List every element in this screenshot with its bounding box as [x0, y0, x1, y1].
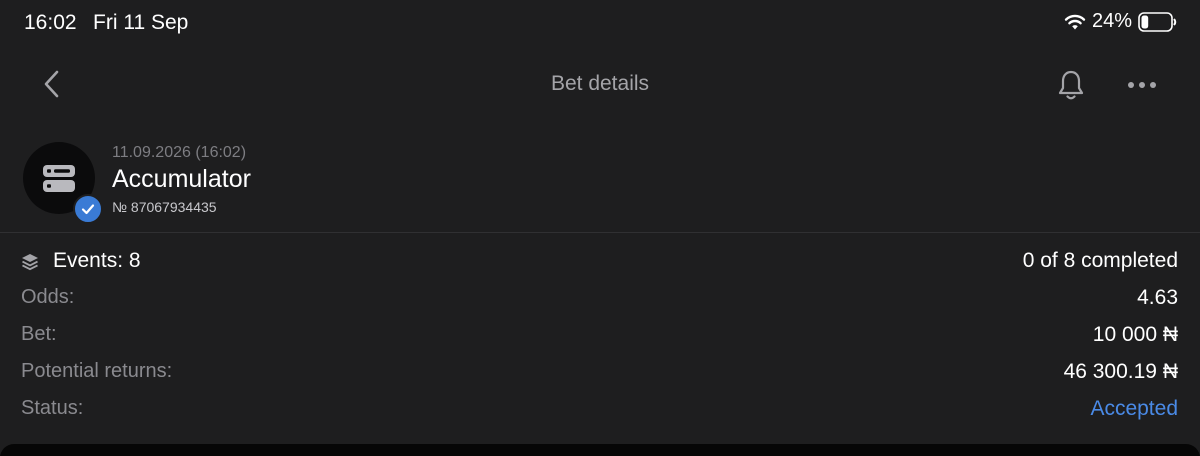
bet-number: № 87067934435	[112, 199, 217, 215]
status-date: Fri 11 Sep	[93, 11, 189, 34]
odds-label: Odds:	[21, 286, 75, 308]
divider	[0, 232, 1200, 233]
bet-details-screen: 16:02 Fri 11 Sep 24% Bet details 11.09.2…	[0, 0, 1200, 456]
check-badge-icon	[73, 194, 103, 224]
notifications-button[interactable]	[1054, 68, 1088, 102]
events-label: Events: 8	[53, 249, 141, 272]
more-dot	[1139, 82, 1145, 88]
potential-returns-row: Potential returns: 46 300.19 ₦	[0, 355, 1200, 391]
status-row: Status: Accepted	[0, 392, 1200, 428]
status-label: Status:	[21, 397, 84, 419]
layers-icon	[22, 254, 38, 271]
page-title: Bet details	[550, 72, 650, 95]
bet-value: 10 000 ₦	[1092, 323, 1178, 346]
bet-header: 11.09.2026 (16:02) Accumulator № 8706793…	[0, 136, 1200, 232]
status-value: Accepted	[1090, 397, 1178, 420]
bet-slip-icon	[43, 165, 75, 192]
battery-icon	[1138, 11, 1177, 32]
wifi-icon	[1064, 14, 1086, 29]
events-row[interactable]: Events: 8 0 of 8 completed	[0, 244, 1200, 280]
bet-row: Bet: 10 000 ₦	[0, 318, 1200, 354]
bottom-panel	[0, 444, 1200, 456]
battery-percent: 24%	[1091, 10, 1132, 32]
odds-row: Odds: 4.63	[0, 281, 1200, 317]
status-indicators: 24%	[1064, 10, 1178, 33]
status-bar: 16:02 Fri 11 Sep 24%	[0, 0, 1200, 46]
potential-returns-value: 46 300.19 ₦	[1063, 360, 1178, 383]
more-horizontal-icon	[1128, 82, 1134, 88]
odds-value: 4.63	[1137, 286, 1178, 309]
status-time: 16:02	[24, 11, 77, 34]
check-icon	[81, 204, 95, 215]
bell-icon	[1058, 70, 1084, 100]
events-value: 0 of 8 completed	[1022, 249, 1178, 272]
potential-returns-label: Potential returns:	[21, 360, 173, 382]
bet-label: Bet:	[21, 323, 57, 345]
more-options-button[interactable]	[1120, 68, 1164, 102]
nav-bar: Bet details	[0, 56, 1200, 112]
bet-type: Accumulator	[112, 165, 251, 193]
bet-datetime: 11.09.2026 (16:02)	[112, 144, 247, 161]
more-dot	[1150, 82, 1156, 88]
